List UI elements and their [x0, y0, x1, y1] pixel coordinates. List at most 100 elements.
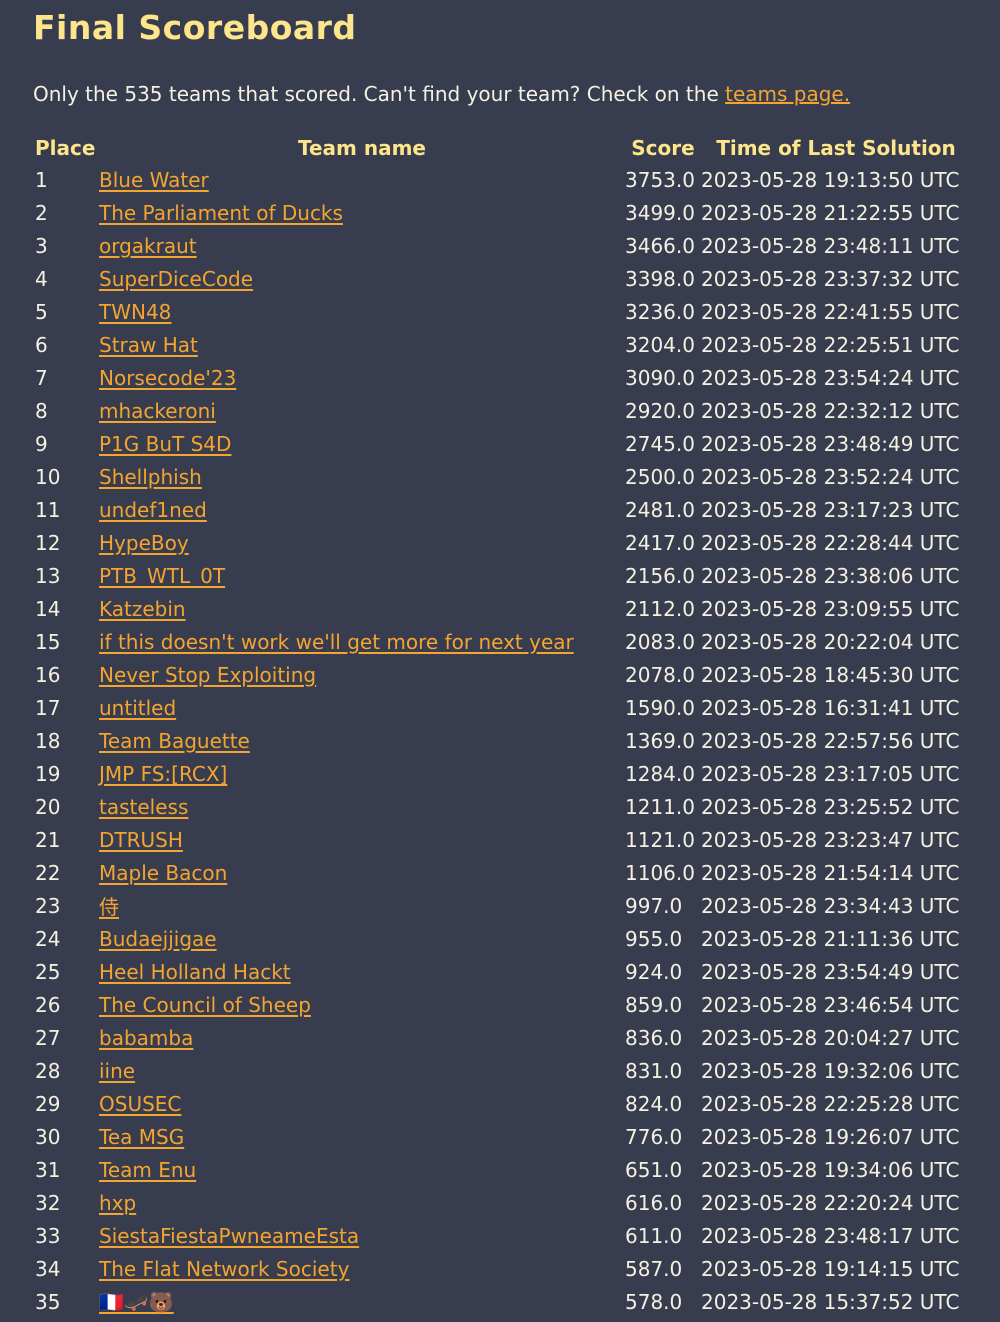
team-link[interactable]: Team Baguette	[99, 729, 250, 753]
score-cell: 3753.0	[625, 167, 695, 192]
last-solution-time-cell: 2023-05-28 23:17:23 UTC	[701, 497, 960, 522]
team-link[interactable]: Team Enu	[99, 1158, 196, 1182]
team-link[interactable]: The Flat Network Society	[99, 1257, 349, 1281]
table-row: 32 hxp 616.0 2023-05-28 22:20:24 UTC	[32, 1186, 971, 1219]
last-solution-time-cell: 2023-05-28 23:34:43 UTC	[701, 893, 960, 918]
last-solution-time-cell: 2023-05-28 18:45:30 UTC	[701, 662, 960, 687]
score-cell: 2078.0	[625, 662, 695, 687]
last-solution-time-cell: 2023-05-28 23:48:11 UTC	[701, 233, 960, 258]
score-cell: 2156.0	[625, 563, 695, 588]
team-link[interactable]: tasteless	[99, 795, 188, 819]
table-row: 34 The Flat Network Society 587.0 2023-05-2…	[32, 1252, 971, 1285]
team-link[interactable]: JMP FS:[RCX]	[99, 762, 227, 786]
table-row: 4 SuperDiceCode 3398.0 2023-05-28 23:37:32 …	[32, 262, 971, 295]
team-link[interactable]: orgakraut	[99, 234, 197, 258]
score-cell: 1369.0	[625, 728, 695, 753]
team-cell: Heel Holland Hackt	[99, 955, 625, 988]
team-link[interactable]: The Council of Sheep	[99, 993, 311, 1017]
table-row: 1 Blue Water 3753.0 2023-05-28 19:13:50 UTC	[32, 163, 971, 196]
table-row: 8 mhackeroni 2920.0 2023-05-28 22:32:12 UTC	[32, 394, 971, 427]
place-cell: 13	[35, 563, 61, 588]
team-cell: Budaejjigae	[99, 922, 625, 955]
team-link[interactable]: SuperDiceCode	[99, 267, 253, 291]
team-link[interactable]: Shellphish	[99, 465, 202, 489]
team-cell: Shellphish	[99, 460, 625, 493]
team-link[interactable]: Straw Hat	[99, 333, 198, 357]
table-row: 15 if this doesn't work we'll get more fo…	[32, 625, 971, 658]
table-row: 33 SiestaFiestaPwneameEsta 611.0 2023-05-28…	[32, 1219, 971, 1252]
team-link[interactable]: Katzebin	[99, 597, 186, 621]
team-link[interactable]: untitled	[99, 696, 176, 720]
team-link[interactable]: PTB_WTL_0T	[99, 564, 225, 588]
place-cell: 15	[35, 629, 61, 654]
team-link[interactable]: HypeBoy	[99, 531, 189, 555]
score-cell: 1284.0	[625, 761, 695, 786]
last-solution-time-cell: 2023-05-28 20:22:04 UTC	[701, 629, 960, 654]
team-link[interactable]: Maple Bacon	[99, 861, 227, 885]
team-cell: iine	[99, 1054, 625, 1087]
team-cell: PTB_WTL_0T	[99, 559, 625, 592]
score-cell: 824.0	[625, 1091, 683, 1116]
score-cell: 1211.0	[625, 794, 695, 819]
place-cell: 27	[35, 1025, 61, 1050]
team-link[interactable]: Norsecode'23	[99, 366, 236, 390]
intro-message: Only the 535 teams that scored. Can't fi…	[33, 82, 726, 106]
last-solution-time-cell: 2023-05-28 20:04:27 UTC	[701, 1025, 960, 1050]
place-cell: 26	[35, 992, 61, 1017]
last-solution-time-cell: 2023-05-28 22:28:44 UTC	[701, 530, 960, 555]
team-link[interactable]: Blue Water	[99, 168, 209, 192]
table-row: 30 Tea MSG 776.0 2023-05-28 19:26:07 UTC	[32, 1120, 971, 1153]
team-link[interactable]: The Parliament of Ducks	[99, 201, 343, 225]
team-cell: Team Enu	[99, 1153, 625, 1186]
team-link[interactable]: Tea MSG	[99, 1125, 184, 1149]
team-link[interactable]: undef1ned	[99, 498, 207, 522]
score-cell: 859.0	[625, 992, 683, 1017]
score-cell: 1590.0	[625, 695, 695, 720]
team-link[interactable]: Budaejjigae	[99, 927, 217, 951]
score-cell: 3090.0	[625, 365, 695, 390]
team-link[interactable]: 侍	[99, 895, 119, 919]
last-solution-time-cell: 2023-05-28 23:09:55 UTC	[701, 596, 960, 621]
place-cell: 20	[35, 794, 61, 819]
header-team-name: Team name	[298, 135, 426, 160]
last-solution-time-cell: 2023-05-28 23:52:24 UTC	[701, 464, 960, 489]
last-solution-time-cell: 2023-05-28 19:32:06 UTC	[701, 1058, 960, 1083]
place-cell: 35	[35, 1289, 61, 1314]
team-link[interactable]: P1G BuT S4D	[99, 432, 231, 456]
score-cell: 587.0	[625, 1256, 683, 1281]
score-cell: 2417.0	[625, 530, 695, 555]
team-link[interactable]: iine	[99, 1059, 135, 1083]
last-solution-time-cell: 2023-05-28 22:57:56 UTC	[701, 728, 960, 753]
score-cell: 2745.0	[625, 431, 695, 456]
score-cell: 651.0	[625, 1157, 683, 1182]
team-link[interactable]: if this doesn't work we'll get more for …	[99, 630, 574, 654]
team-link[interactable]: DTRUSH	[99, 828, 183, 852]
team-link[interactable]: OSUSEC	[99, 1092, 181, 1116]
team-link[interactable]: mhackeroni	[99, 399, 216, 423]
place-cell: 30	[35, 1124, 61, 1149]
team-cell: SiestaFiestaPwneameEsta	[99, 1219, 625, 1252]
team-link[interactable]: 🇫🇷🛹🐻	[99, 1290, 174, 1314]
place-cell: 28	[35, 1058, 61, 1083]
score-cell: 997.0	[625, 893, 683, 918]
table-row: 25 Heel Holland Hackt 924.0 2023-05-28 23:5…	[32, 955, 971, 988]
team-link[interactable]: Never Stop Exploiting	[99, 663, 316, 687]
table-row: 27 babamba 836.0 2023-05-28 20:04:27 UTC	[32, 1021, 971, 1054]
team-link[interactable]: babamba	[99, 1026, 193, 1050]
header-place: Place	[35, 135, 96, 160]
last-solution-time-cell: 2023-05-28 23:46:54 UTC	[701, 992, 960, 1017]
score-cell: 836.0	[625, 1025, 683, 1050]
table-row: 7 Norsecode'23 3090.0 2023-05-28 23:54:24 U…	[32, 361, 971, 394]
team-cell: DTRUSH	[99, 823, 625, 856]
team-link[interactable]: Heel Holland Hackt	[99, 960, 291, 984]
score-cell: 2481.0	[625, 497, 695, 522]
team-cell: if this doesn't work we'll get more for …	[99, 625, 625, 658]
team-link[interactable]: hxp	[99, 1191, 136, 1215]
score-cell: 1106.0	[625, 860, 695, 885]
table-row: 10 Shellphish 2500.0 2023-05-28 23:52:24 UT…	[32, 460, 971, 493]
team-link[interactable]: TWN48	[99, 300, 171, 324]
team-link[interactable]: SiestaFiestaPwneameEsta	[99, 1224, 359, 1248]
teams-page-link[interactable]: teams page.	[725, 82, 850, 106]
table-row: 18 Team Baguette 1369.0 2023-05-28 22:57:56…	[32, 724, 971, 757]
team-cell: tasteless	[99, 790, 625, 823]
